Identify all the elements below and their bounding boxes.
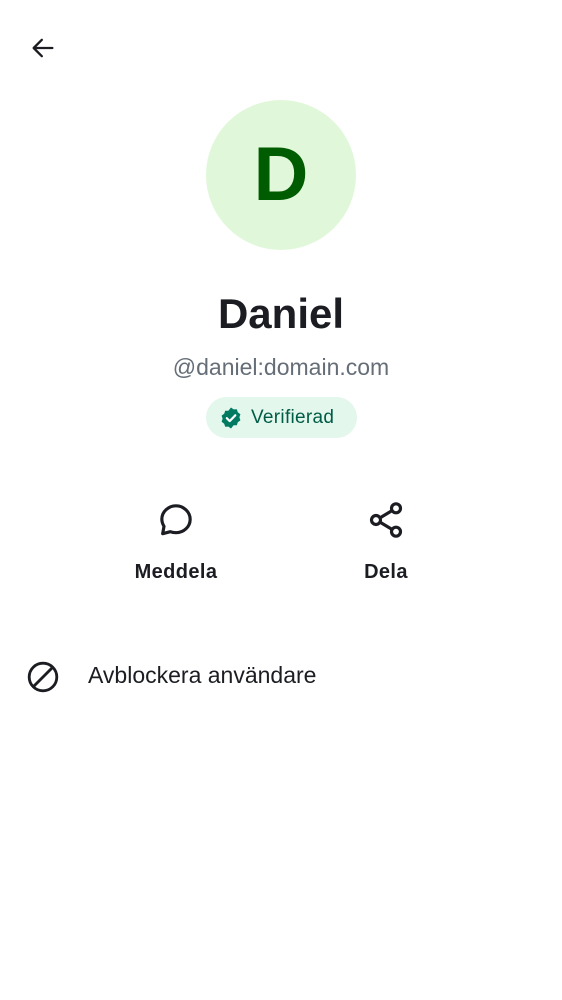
block-icon (24, 658, 62, 696)
back-button[interactable] (22, 29, 64, 71)
avatar: D (206, 100, 356, 250)
share-icon (362, 496, 410, 544)
avatar-initial: D (253, 132, 309, 217)
share-button[interactable]: Dela (311, 496, 461, 596)
message-label: Meddela (134, 561, 218, 583)
verified-shield-icon (219, 406, 243, 430)
message-button[interactable]: Meddela (101, 496, 251, 596)
unblock-user-label: Avblockera användare (88, 662, 317, 688)
arrow-left-icon (29, 34, 57, 67)
unblock-user-item[interactable]: Avblockera användare (0, 646, 562, 706)
share-label: Dela (364, 561, 408, 583)
chat-bubble-icon (152, 496, 200, 544)
verified-label: Verifierad (251, 406, 335, 428)
display-name: Daniel (217, 290, 345, 337)
user-id: @daniel:domain.com (172, 354, 390, 380)
verified-badge: Verifierad (206, 397, 357, 438)
